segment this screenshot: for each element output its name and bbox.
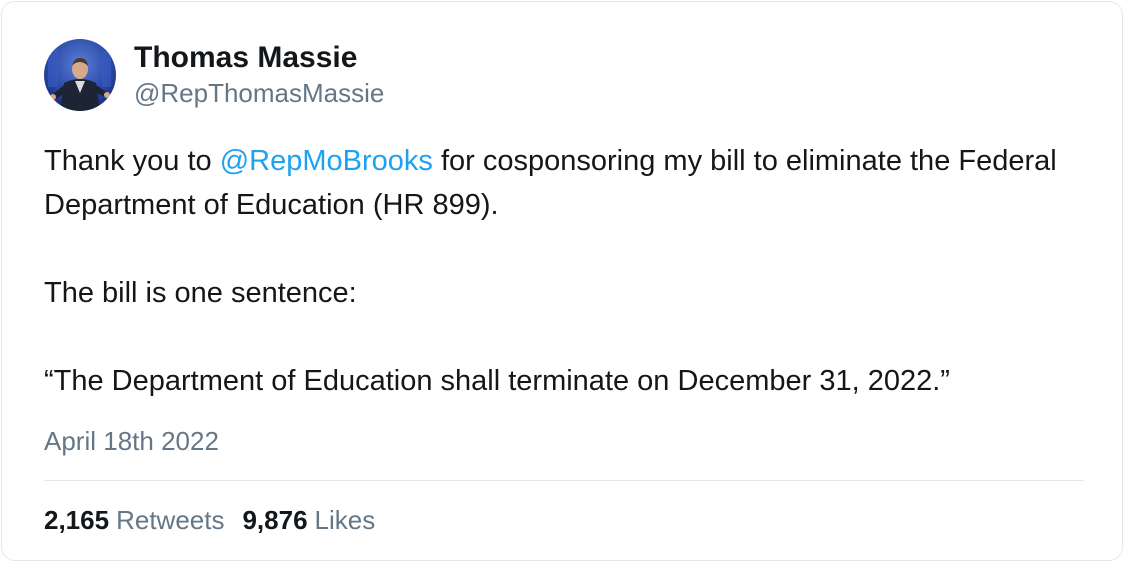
tweet-header: Thomas Massie @RepThomasMassie [44,39,384,111]
retweets-label: Retweets [116,505,225,535]
tweet-paragraph-3: “The Department of Education shall termi… [44,365,950,397]
retweets-stat[interactable]: 2,165 Retweets [44,504,224,536]
tweet-card: Thomas Massie @RepThomasMassie Thank you… [1,1,1123,561]
tweet-paragraph-1: Thank you to @RepMoBrooks for cosponsori… [44,139,1094,227]
retweets-count: 2,165 [44,505,110,535]
tweet-text-before-mention: Thank you to [44,145,220,177]
divider [44,480,1084,481]
tweet-text: Thank you to @RepMoBrooks for cosponsori… [44,139,1094,403]
author-display-name[interactable]: Thomas Massie [134,41,384,75]
avatar[interactable] [44,39,116,111]
likes-label: Likes [314,505,376,535]
tweet-stats: 2,165 Retweets 9,876 Likes [44,504,375,536]
tweet-paragraph-2: The bill is one sentence: [44,277,357,309]
likes-stat[interactable]: 9,876 Likes [242,504,375,536]
mention-link[interactable]: @RepMoBrooks [220,145,433,177]
author-names: Thomas Massie @RepThomasMassie [134,41,384,109]
tweet-date[interactable]: April 18th 2022 [44,424,219,458]
profile-photo-icon [44,39,116,111]
author-handle[interactable]: @RepThomasMassie [134,77,384,109]
likes-count: 9,876 [242,505,308,535]
